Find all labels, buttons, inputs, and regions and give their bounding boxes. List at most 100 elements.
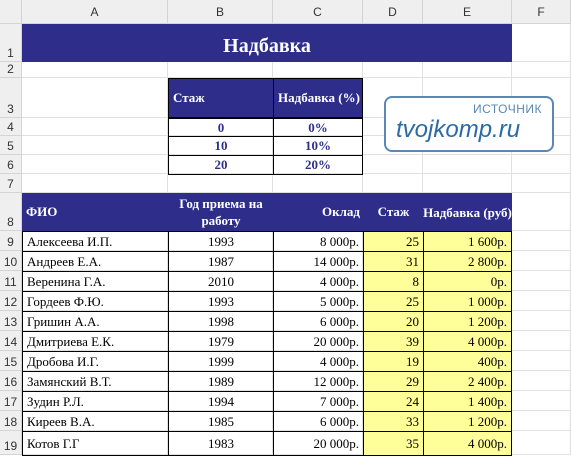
name-cell[interactable]: Дмитриева Е.К. [22,331,169,352]
name-cell[interactable]: Зудин Р.Л. [22,391,169,412]
grid-cell[interactable] [512,351,571,371]
bonus-cell[interactable]: 2 800р. [423,251,512,272]
grid-cell[interactable] [423,155,512,174]
year-cell[interactable]: 1983 [168,431,274,456]
grid-cell[interactable] [273,174,363,193]
year-cell[interactable]: 1979 [168,331,274,352]
salary-cell[interactable]: 5 000р. [273,291,364,312]
header-bonus[interactable]: Надбавка (руб) [423,193,512,231]
salary-cell[interactable]: 6 000р. [273,311,364,332]
row-header-19[interactable]: 19 [0,431,22,455]
row-header-12[interactable]: 12 [0,291,22,311]
header-year[interactable]: Год приема на работу [168,193,274,231]
tenure-cell[interactable]: 25 [363,231,424,252]
bonus-cell[interactable]: 4 000р. [423,331,512,352]
grid-cell[interactable] [512,193,571,231]
row-header-5[interactable]: 5 [0,136,22,155]
column-header-c[interactable]: C [273,0,363,24]
year-cell[interactable]: 1994 [168,391,274,412]
column-header-d[interactable]: D [363,0,423,24]
grid-cell[interactable] [512,291,571,311]
grid-cell[interactable] [423,174,512,193]
header-fio[interactable]: ФИО [22,193,169,231]
bonus-cell[interactable]: 2 400р. [423,371,512,392]
bonus-percent-cell[interactable]: 0% [273,118,363,137]
year-cell[interactable]: 1993 [168,291,274,312]
name-cell[interactable]: Веренина Г.А. [22,271,169,292]
grid-cell[interactable] [512,24,571,62]
grid-cell[interactable] [512,411,571,431]
bonus-cell[interactable]: 1 200р. [423,311,512,332]
bonus-percent-cell[interactable]: 20% [273,155,363,175]
tenure-cell[interactable]: 33 [363,411,424,432]
salary-cell[interactable]: 7 000р. [273,391,364,412]
row-header-8[interactable]: 8 [0,193,22,231]
column-header-b[interactable]: B [168,0,273,24]
row-header-2[interactable]: 2 [0,62,22,78]
grid-cell[interactable] [363,155,423,174]
grid-cell[interactable] [512,371,571,391]
row-header-13[interactable]: 13 [0,311,22,331]
grid-cell[interactable] [512,331,571,351]
name-cell[interactable]: Андреев Е.А. [22,251,169,272]
row-header-10[interactable]: 10 [0,251,22,271]
tenure-cell[interactable]: 35 [363,431,424,456]
column-header-e[interactable]: E [423,0,512,24]
row-header-6[interactable]: 6 [0,155,22,174]
name-cell[interactable]: Гордеев Ф.Ю. [22,291,169,312]
grid-cell[interactable] [22,62,168,78]
tenure-cell[interactable]: 39 [363,331,424,352]
grid-cell[interactable] [22,136,168,155]
grid-cell[interactable] [168,174,273,193]
bonus-header-percent[interactable]: Надбавка (%) [273,78,363,118]
tenure-cell[interactable]: 8 [363,271,424,292]
name-cell[interactable]: Котов Г.Г [22,431,169,456]
bonus-cell[interactable]: 1 400р. [423,391,512,412]
salary-cell[interactable]: 4 000р. [273,271,364,292]
bonus-cell[interactable]: 1 000р. [423,291,512,312]
column-header-a[interactable]: A [22,0,168,24]
salary-cell[interactable]: 20 000р. [273,431,364,456]
salary-cell[interactable]: 4 000р. [273,351,364,372]
year-cell[interactable]: 1998 [168,311,274,332]
column-header-f[interactable]: F [512,0,571,24]
grid-cell[interactable] [512,155,571,174]
name-cell[interactable]: Дробова И.Г. [22,351,169,372]
grid-cell[interactable] [512,251,571,271]
salary-cell[interactable]: 20 000р. [273,331,364,352]
name-cell[interactable]: Алексеева И.П. [22,231,169,252]
salary-cell[interactable]: 14 000р. [273,251,364,272]
row-header-14[interactable]: 14 [0,331,22,351]
header-tenure[interactable]: Стаж [363,193,424,231]
row-header-3[interactable]: 3 [0,78,22,118]
year-cell[interactable]: 1999 [168,351,274,372]
salary-cell[interactable]: 8 000р. [273,231,364,252]
grid-cell[interactable] [512,62,571,78]
grid-cell[interactable] [512,431,571,455]
grid-cell[interactable] [512,174,571,193]
bonus-tenure-cell[interactable]: 0 [168,118,274,137]
grid-cell[interactable] [512,271,571,291]
row-header-1[interactable]: 1 [0,24,22,62]
row-header-9[interactable]: 9 [0,231,22,251]
grid-cell[interactable] [512,231,571,251]
salary-cell[interactable]: 12 000р. [273,371,364,392]
grid-cell[interactable] [363,62,423,78]
bonus-tenure-cell[interactable]: 10 [168,136,274,156]
grid-cell[interactable] [22,155,168,174]
grid-cell[interactable] [423,62,512,78]
tenure-cell[interactable]: 31 [363,251,424,272]
name-cell[interactable]: Гришин А.А. [22,311,169,332]
bonus-header-tenure[interactable]: Стаж [168,78,274,118]
bonus-cell[interactable]: 4 000р. [423,431,512,456]
grid-cell[interactable] [22,174,168,193]
tenure-cell[interactable]: 20 [363,311,424,332]
tenure-cell[interactable]: 19 [363,351,424,372]
bonus-cell[interactable]: 0р. [423,271,512,292]
grid-cell[interactable] [22,78,168,118]
name-cell[interactable]: Киреев В.А. [22,411,169,432]
title-cell[interactable]: Надбавка [22,24,512,62]
year-cell[interactable]: 1993 [168,231,274,252]
grid-cell[interactable] [363,174,423,193]
row-header-18[interactable]: 18 [0,411,22,431]
